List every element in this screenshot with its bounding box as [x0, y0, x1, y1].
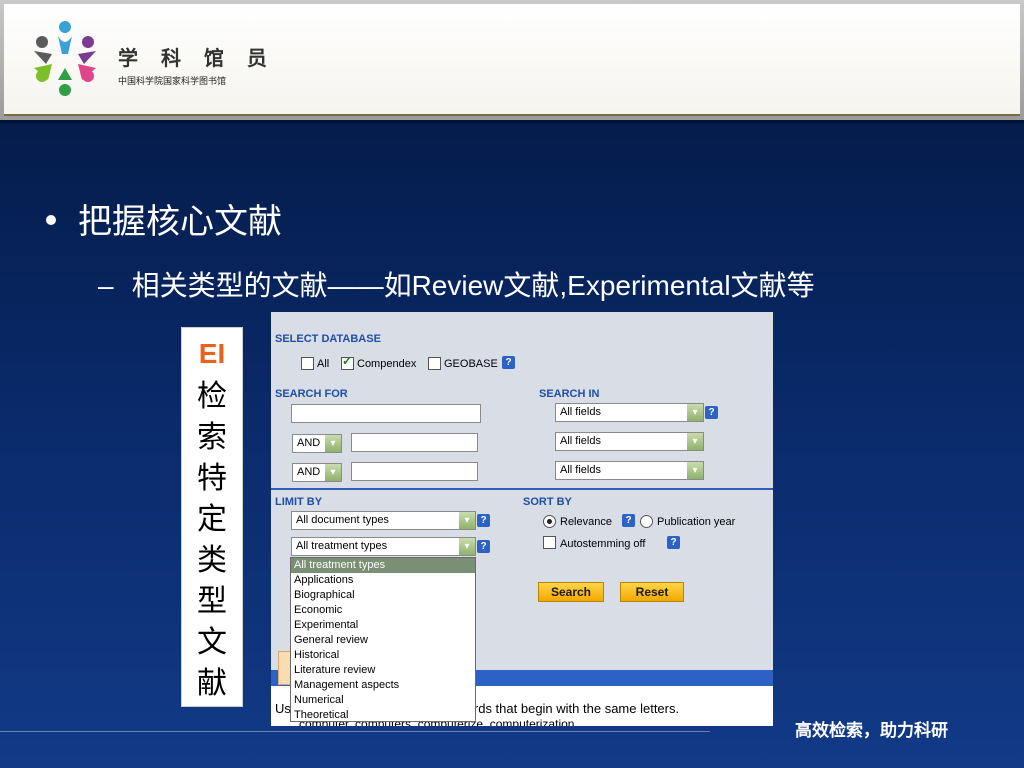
search-in-select-1[interactable]: All fields ▾ — [555, 403, 704, 422]
bullet-dot-icon — [46, 214, 56, 225]
header-band: 学 科 馆 员 中国科学院国家科学图书馆 — [0, 0, 1024, 120]
field-value: All fields — [560, 406, 601, 418]
ei-char: 献 — [197, 666, 227, 701]
select-database-title: SELECT DATABASE — [275, 333, 381, 345]
lower-text-prefix: Us — [275, 701, 291, 716]
field-value: All fields — [560, 435, 601, 447]
chevron-down-icon: ▾ — [325, 435, 341, 452]
section-divider — [271, 488, 773, 490]
ei-char: 文 — [197, 625, 227, 660]
autostemming-checkbox[interactable] — [543, 536, 556, 549]
ei-callout-box: EI 检 索 特 定 类 型 文 献 — [181, 327, 243, 707]
treatment-type-value: All treatment types — [296, 540, 388, 552]
chevron-down-icon: ▾ — [459, 512, 475, 529]
header-inner: 学 科 馆 员 中国科学院国家科学图书馆 — [4, 4, 1020, 116]
dropdown-option[interactable]: General review — [291, 633, 475, 648]
sort-publication-year-label: Publication year — [657, 516, 736, 528]
database-all-checkbox[interactable] — [301, 357, 314, 370]
database-geobase-label: GEOBASE — [444, 358, 498, 370]
bullet-main: 把握核心文献 — [46, 194, 282, 243]
document-type-value: All document types — [296, 514, 389, 526]
dropdown-option[interactable]: Theoretical — [291, 708, 475, 723]
database-all-label: All — [317, 358, 330, 370]
chevron-down-icon: ▾ — [325, 464, 341, 481]
ei-char: 索 — [197, 420, 227, 455]
logo-title: 学 科 馆 员 — [118, 46, 275, 70]
operator-value: AND — [297, 466, 321, 478]
sort-relevance-radio[interactable] — [543, 515, 556, 528]
boolean-operator-select-2[interactable]: AND ▾ — [292, 434, 342, 453]
search-in-title: SEARCH IN — [539, 388, 600, 400]
reset-button[interactable]: Reset — [620, 582, 684, 602]
bullet-main-text: 把握核心文献 — [78, 202, 282, 242]
treatment-type-help-icon[interactable]: ? — [477, 540, 490, 553]
database-compendex-label: Compendex — [357, 358, 417, 370]
chevron-down-icon: ▾ — [687, 404, 703, 421]
bullet-sub-text: 相关类型的文献——如Review文献,Experimental文献等 — [131, 270, 815, 301]
operator-value: AND — [297, 437, 321, 449]
ei-char: 类 — [197, 543, 227, 578]
people-circle-logo-icon — [34, 21, 96, 96]
footer-line — [0, 731, 710, 732]
autostemming-help-icon[interactable]: ? — [667, 536, 680, 549]
footer-slogan: 高效检索，助力科研 — [795, 721, 948, 741]
header-divider — [0, 120, 1024, 123]
chevron-down-icon: ▾ — [687, 433, 703, 450]
database-compendex-checkbox[interactable] — [341, 354, 354, 370]
search-for-title: SEARCH FOR — [275, 388, 348, 400]
dropdown-option[interactable]: Economic — [291, 603, 475, 618]
ei-char: 特 — [197, 461, 227, 496]
dropdown-option[interactable]: Historical — [291, 648, 475, 663]
search-button[interactable]: Search — [538, 582, 604, 602]
chevron-down-icon: ▾ — [459, 538, 475, 555]
dropdown-option[interactable]: Applications — [291, 573, 475, 588]
dropdown-option[interactable]: Biographical — [291, 588, 475, 603]
boolean-operator-select-3[interactable]: AND ▾ — [292, 463, 342, 482]
search-term-input-1[interactable] — [291, 404, 481, 423]
search-in-select-3[interactable]: All fields ▾ — [555, 461, 704, 480]
document-type-select[interactable]: All document types ▾ — [291, 511, 476, 530]
ei-char: 检 — [197, 379, 227, 414]
logo-subtitle: 中国科学院国家科学图书馆 — [118, 77, 227, 87]
search-in-help-icon[interactable]: ? — [705, 406, 718, 419]
sort-help-icon[interactable]: ? — [622, 514, 635, 527]
ei-char: 型 — [197, 584, 227, 619]
dropdown-option[interactable]: Experimental — [291, 618, 475, 633]
search-in-select-2[interactable]: All fields ▾ — [555, 432, 704, 451]
dropdown-option[interactable]: Numerical — [291, 693, 475, 708]
dropdown-option[interactable]: All treatment types — [291, 558, 475, 573]
autostemming-label: Autostemming off — [560, 538, 646, 550]
lower-text-suffix: rds that begin with the same letters. — [473, 701, 680, 716]
field-value: All fields — [560, 464, 601, 476]
bullet-dash: – — [98, 270, 114, 301]
dropdown-option[interactable]: Literature review — [291, 663, 475, 678]
treatment-type-select[interactable]: All treatment types ▾ — [291, 537, 476, 556]
sort-by-title: SORT BY — [523, 496, 572, 508]
document-type-help-icon[interactable]: ? — [477, 514, 490, 527]
ei-char: 定 — [197, 502, 227, 537]
chevron-down-icon: ▾ — [687, 462, 703, 479]
search-term-input-3[interactable] — [351, 462, 478, 481]
database-geobase-checkbox[interactable] — [428, 357, 441, 370]
treatment-type-dropdown-list: All treatment types Applications Biograp… — [290, 557, 476, 722]
ei-vertical-text: 检 索 特 定 类 型 文 献 — [182, 376, 242, 704]
database-help-icon[interactable]: ? — [502, 356, 515, 369]
search-term-input-2[interactable] — [351, 433, 478, 452]
sort-publication-year-radio[interactable] — [640, 515, 653, 528]
bullet-sub: – 相关类型的文献——如Review文献,Experimental文献等 — [98, 264, 815, 304]
ei-label: EI — [198, 338, 226, 369]
dropdown-option[interactable]: Management aspects — [291, 678, 475, 693]
sort-relevance-label: Relevance — [560, 516, 612, 528]
limit-by-title: LIMIT BY — [275, 496, 323, 508]
